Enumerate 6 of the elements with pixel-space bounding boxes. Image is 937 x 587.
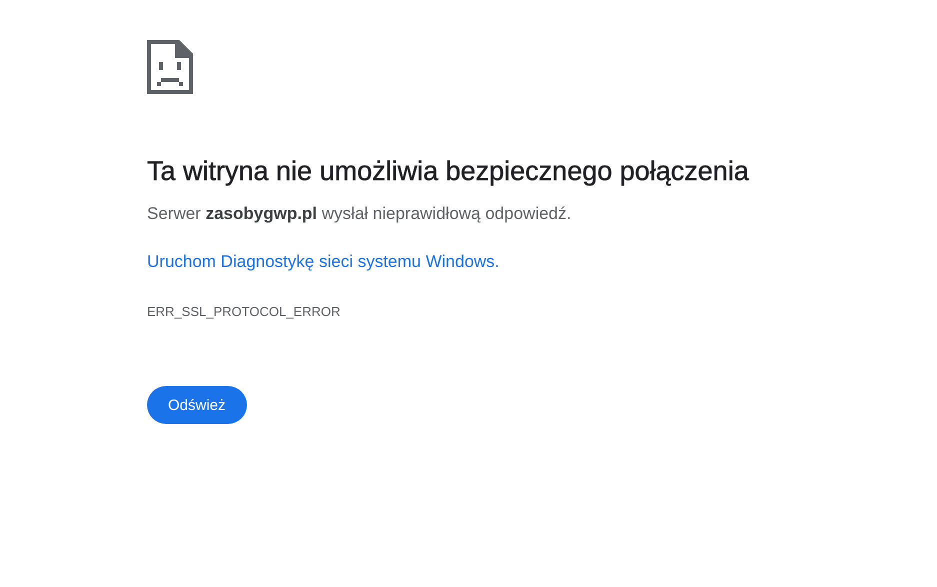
- reload-button[interactable]: Odśwież: [147, 386, 247, 424]
- error-code: ERR_SSL_PROTOCOL_ERROR: [147, 304, 340, 319]
- error-heading: Ta witryna nie umożliwia bezpiecznego połączenia: [147, 156, 749, 187]
- diagnostics-link[interactable]: Uruchom Diagnostykę sieci systemu Windows.: [147, 252, 500, 272]
- sad-page-icon: [147, 40, 193, 94]
- error-message: Serwer zasobygwp.pl wysłał nieprawidłową odpowiedź.: [147, 204, 572, 224]
